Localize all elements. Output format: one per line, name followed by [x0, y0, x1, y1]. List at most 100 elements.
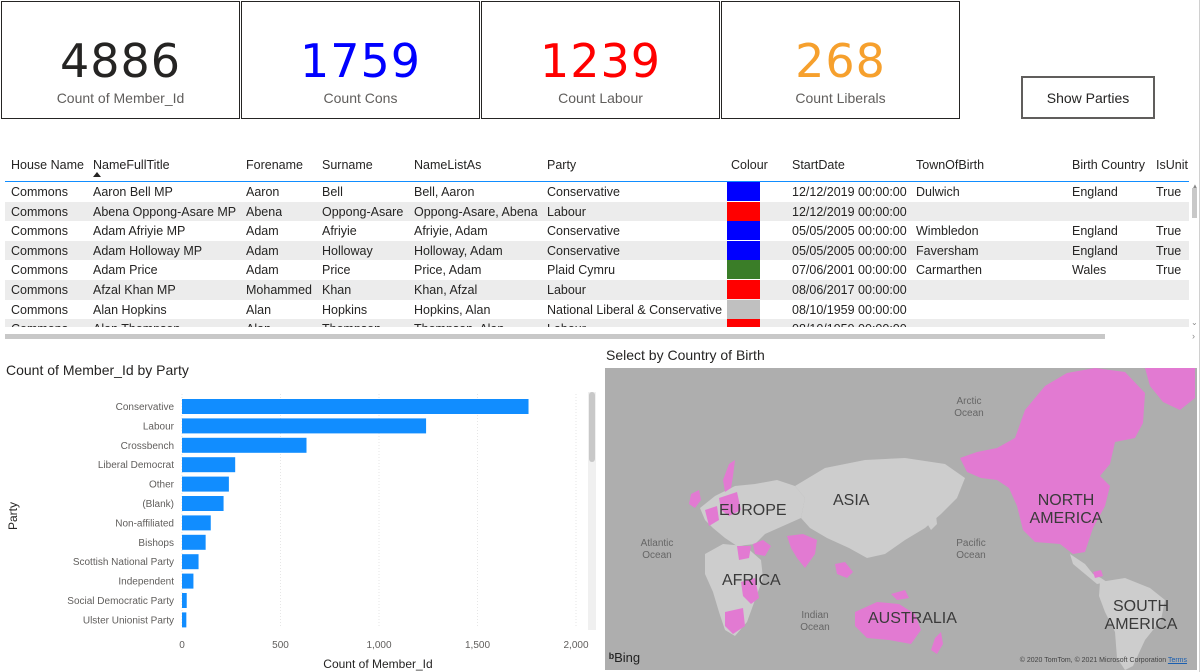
- land-new-guinea[interactable]: [891, 590, 909, 600]
- members-table[interactable]: House Name NameFullTitle Forename Surnam…: [5, 148, 1197, 343]
- column-header-isunit[interactable]: IsUnit: [1156, 158, 1188, 172]
- category-label: Scottish National Party: [73, 557, 174, 568]
- country-of-birth-map[interactable]: Arctic Ocean EUROPE ASIA Atlantic Ocean …: [605, 368, 1197, 670]
- bar[interactable]: [182, 437, 307, 453]
- column-header-townofbirth[interactable]: TownOfBirth: [916, 158, 984, 172]
- table-cell-unit: True: [1156, 243, 1182, 258]
- page-border: [1199, 0, 1200, 672]
- bing-logo: ᵇBing: [609, 650, 640, 665]
- land-new-zealand[interactable]: [931, 632, 943, 654]
- scroll-down-icon[interactable]: ⌄: [1191, 318, 1197, 327]
- bar[interactable]: [182, 534, 206, 550]
- land-india[interactable]: [787, 534, 817, 568]
- table-cell-sur: Khan: [322, 283, 352, 297]
- table-row[interactable]: Commons Alan Thompson Alan Thompson Thompson…: [5, 319, 1189, 327]
- table-cell-house: Commons: [11, 302, 68, 317]
- map-label-south-america: SOUTH AMERICA: [1104, 598, 1178, 633]
- bing-label: Bing: [614, 650, 641, 665]
- bar[interactable]: [182, 593, 187, 608]
- table-cell-party: Conservative: [547, 185, 620, 199]
- bar[interactable]: [182, 515, 211, 531]
- table-cell-sur: Bell: [322, 185, 343, 199]
- column-header-surname[interactable]: Surname: [322, 158, 373, 172]
- land-uk[interactable]: [689, 490, 701, 508]
- map-label-pacific-ocean: Pacific Ocean: [956, 538, 986, 561]
- table-cell-house: Commons: [11, 243, 68, 258]
- column-header-startdate[interactable]: StartDate: [792, 158, 845, 172]
- table-horizontal-scrollbar[interactable]: ›: [5, 331, 1197, 341]
- column-header-colour[interactable]: Colour: [731, 158, 768, 172]
- bar[interactable]: [182, 476, 229, 492]
- colour-swatch: [727, 280, 760, 299]
- category-label: Liberal Democrat: [98, 460, 174, 471]
- column-header-namelistas[interactable]: NameListAs: [414, 158, 481, 172]
- table-cell-listas: Khan, Afzal: [414, 283, 478, 297]
- table-cell-listas: Bell, Aaron: [414, 185, 475, 199]
- table-cell-start: 08/06/2017 00:00:00: [792, 283, 907, 297]
- x-tick-label: 2,000: [563, 640, 588, 651]
- kpi-card-labour[interactable]: 1239 Count Labour: [481, 1, 720, 119]
- column-header-forename[interactable]: Forename: [246, 158, 303, 172]
- table-cell-full: Alan Hopkins: [93, 302, 167, 317]
- table-cell-house: Commons: [11, 283, 68, 297]
- column-header-namefulltitle[interactable]: NameFullTitle: [93, 158, 170, 172]
- category-label: Conservative: [116, 402, 175, 413]
- table-cell-fore: Abena: [246, 204, 283, 219]
- table-row[interactable]: Commons Aaron Bell MP Aaron Bell Bell, Aaron…: [5, 182, 1189, 202]
- table-cell-start: 08/10/1959 00:00:00: [792, 302, 907, 317]
- scroll-thumb[interactable]: [1192, 188, 1197, 218]
- table-row[interactable]: Commons Afzal Khan MP Mohammed Khan Khan, Af…: [5, 280, 1189, 300]
- bar[interactable]: [182, 399, 529, 414]
- table-cell-party: Labour: [547, 322, 725, 327]
- table-row[interactable]: Commons Alan Hopkins Alan Hopkins Hopkins, A…: [5, 299, 1189, 320]
- bar[interactable]: [182, 573, 194, 589]
- kpi-card-cons[interactable]: 1759 Count Cons: [241, 1, 480, 119]
- copyright-text: © 2020 TomTom, © 2021 Microsoft Corporat…: [1019, 657, 1167, 664]
- table-row[interactable]: Commons Adam Holloway MP Adam Holloway Hollo…: [5, 240, 1189, 261]
- table-cell-party: Plaid Cymru: [547, 263, 616, 278]
- bar[interactable]: [182, 554, 199, 570]
- x-tick-label: 1,000: [366, 640, 391, 651]
- scroll-right-icon[interactable]: ›: [1192, 331, 1195, 341]
- table-cell-fore: Aaron: [246, 185, 280, 199]
- bar[interactable]: [182, 457, 236, 473]
- table-cell-sur: Afriyie: [322, 224, 357, 239]
- category-label: Crossbench: [121, 441, 174, 452]
- table-cell-listas: Price, Adam: [414, 263, 482, 278]
- table-body: Commons Aaron Bell MP Aaron Bell Bell, Aaron…: [5, 182, 1189, 327]
- map-label-indian-ocean: Indian Ocean: [800, 610, 830, 633]
- table-cell-house: Commons: [11, 224, 68, 239]
- land-africa-west[interactable]: [737, 546, 751, 560]
- column-header-house-name[interactable]: House Name: [11, 158, 84, 172]
- kpi-card-member-count[interactable]: 4886 Count of Member_Id: [1, 1, 240, 119]
- table-vertical-scrollbar[interactable]: ▲ ⌄: [1191, 182, 1197, 327]
- kpi-value: 4886: [59, 34, 182, 88]
- party-bar-chart[interactable]: 0 500 1,000 1,500 2,000 Conservative Labour Cro…: [0, 380, 600, 672]
- bar[interactable]: [182, 612, 187, 628]
- kpi-card-liberals[interactable]: 268 Count Liberals: [721, 1, 960, 119]
- table-row[interactable]: Commons Adam Price Adam Price Price, Adam Pla…: [5, 260, 1189, 280]
- bar[interactable]: [182, 418, 427, 434]
- table-cell-party: National Liberal & Conservative: [547, 302, 723, 317]
- terms-link[interactable]: Terms: [1168, 657, 1187, 664]
- table-row[interactable]: Commons Abena Oppong-Asare MP Abena Oppong-…: [5, 201, 1189, 222]
- table-cell-house: Commons: [11, 204, 68, 219]
- table-cell-listas: Afriyie, Adam: [414, 224, 488, 239]
- map-label-asia: ASIA: [833, 492, 870, 509]
- table-cell-sur: Thompson: [322, 322, 381, 327]
- map-label-africa: AFRICA: [722, 572, 781, 589]
- show-parties-button[interactable]: Show Parties: [1021, 76, 1155, 119]
- table-cell-fore: Adam: [246, 243, 279, 258]
- column-header-birth-country[interactable]: Birth Country: [1072, 158, 1145, 172]
- colour-swatch: [727, 299, 760, 319]
- scroll-thumb[interactable]: [5, 334, 1105, 339]
- table-row[interactable]: Commons Adam Afriyie MP Adam Afriyie Afriyie…: [5, 221, 1189, 241]
- table-cell-party: Labour: [547, 204, 586, 219]
- bar[interactable]: [182, 496, 224, 511]
- column-header-party[interactable]: Party: [547, 158, 576, 172]
- chart-scrollbar[interactable]: [588, 392, 596, 630]
- table-cell-country: Wales: [1072, 263, 1107, 278]
- land-southeast-asia[interactable]: [835, 562, 853, 578]
- map-title: Select by Country of Birth: [606, 347, 765, 363]
- scroll-thumb[interactable]: [589, 392, 595, 462]
